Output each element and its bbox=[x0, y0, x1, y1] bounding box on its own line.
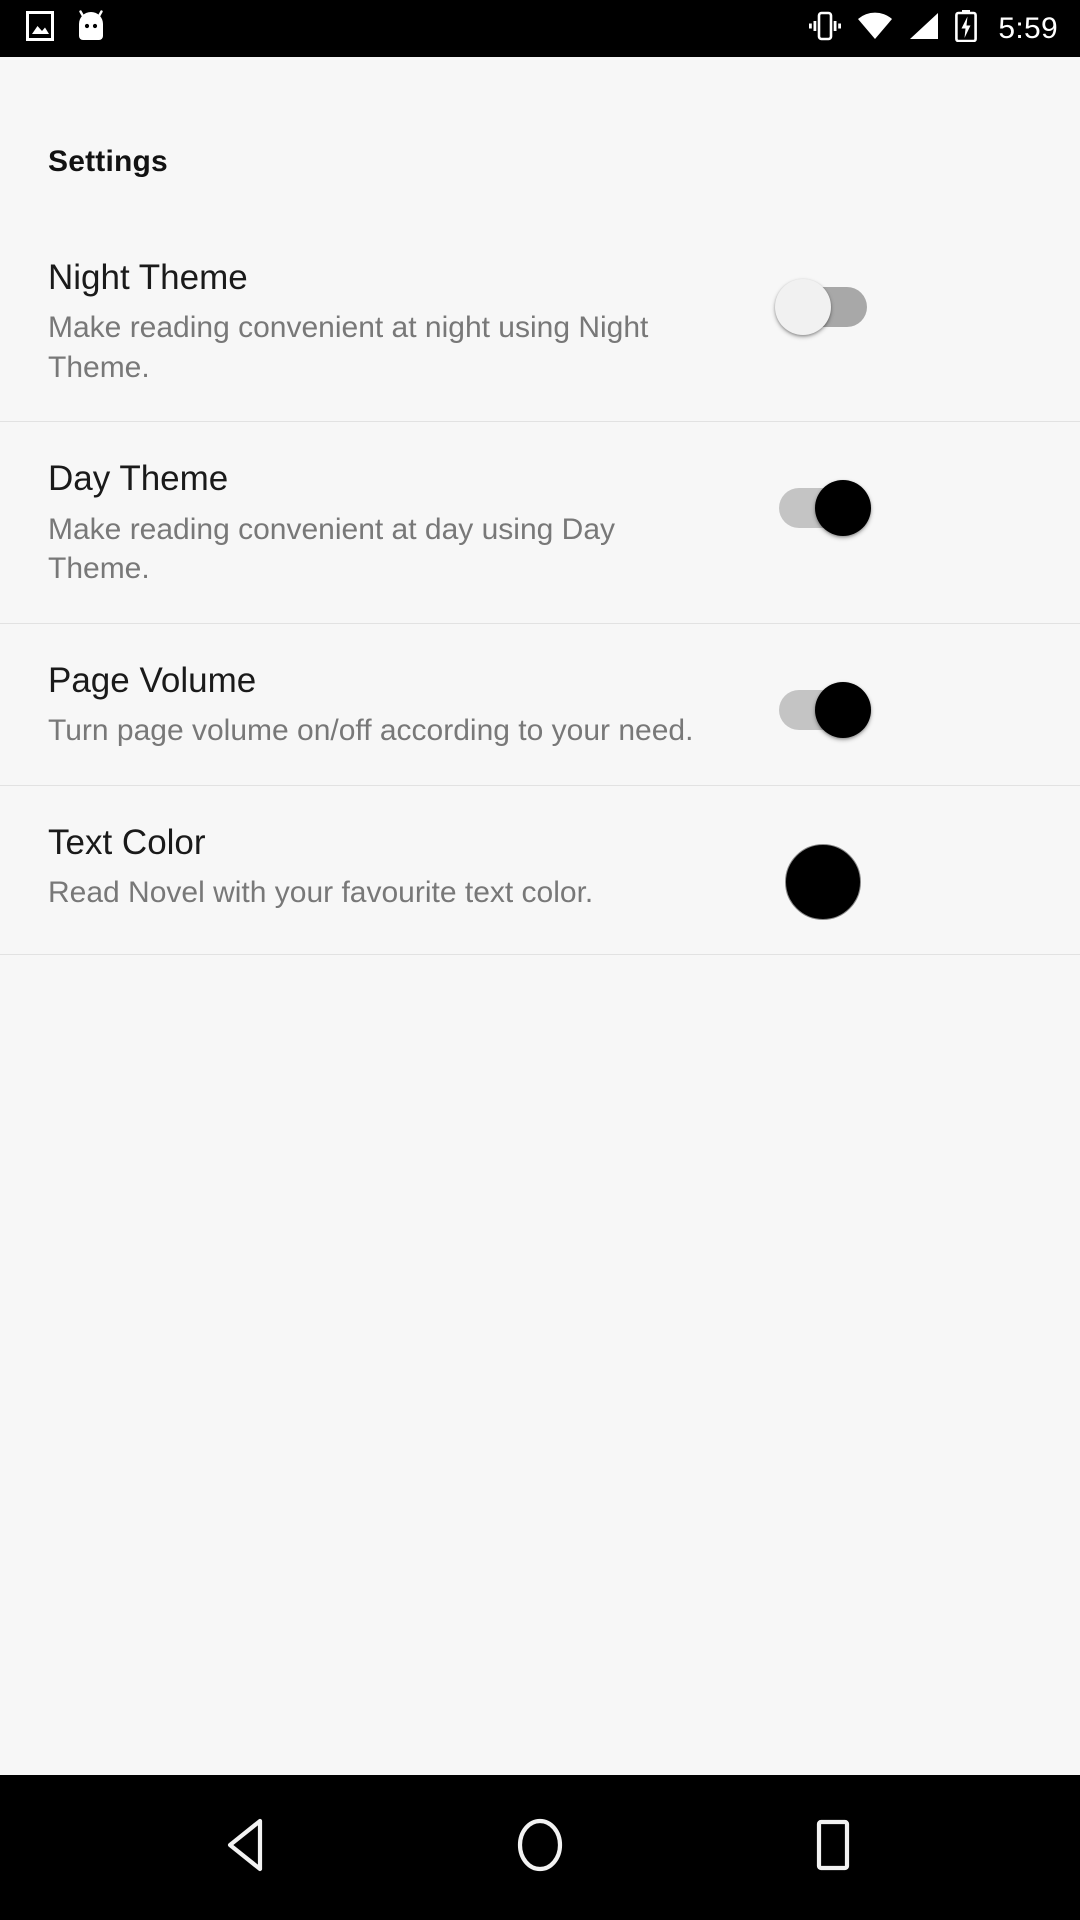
status-bar-right-icons: 5:59 bbox=[808, 10, 1058, 47]
status-bar: 5:59 bbox=[0, 0, 1080, 57]
home-button[interactable] bbox=[480, 1798, 600, 1898]
toggle-night-theme[interactable] bbox=[775, 279, 871, 335]
setting-title-text-color: Text Color bbox=[48, 822, 206, 862]
setting-title-page-volume: Page Volume bbox=[48, 660, 257, 700]
status-bar-clock: 5:59 bbox=[998, 11, 1058, 45]
page-title: Settings bbox=[48, 145, 168, 178]
setting-row-night-theme[interactable]: Night Theme Make reading convenient at n… bbox=[0, 221, 1080, 423]
setting-control-page-volume[interactable] bbox=[748, 660, 898, 738]
toggle-page-volume[interactable] bbox=[775, 681, 871, 738]
toggle-thumb bbox=[815, 480, 871, 537]
cellular-signal-icon bbox=[908, 12, 940, 45]
recents-button[interactable] bbox=[773, 1798, 893, 1898]
photo-icon bbox=[26, 11, 54, 46]
setting-subtitle-page-volume: Turn page volume on/off according to you… bbox=[48, 714, 694, 748]
setting-control-text-color[interactable] bbox=[748, 822, 898, 920]
setting-row-text-color[interactable]: Text Color Read Novel with your favourit… bbox=[0, 786, 1080, 955]
back-button[interactable] bbox=[187, 1798, 307, 1898]
back-triangle-icon bbox=[220, 1817, 274, 1878]
settings-screen: Settings Night Theme Make reading conven… bbox=[0, 57, 1080, 1775]
setting-subtitle-night-theme: Make reading convenient at night using N… bbox=[48, 311, 649, 384]
setting-row-day-theme[interactable]: Day Theme Make reading convenient at day… bbox=[0, 422, 1080, 624]
setting-text-page-volume: Page Volume Turn page volume on/off acco… bbox=[48, 660, 748, 751]
wifi-icon bbox=[857, 12, 893, 45]
toggle-thumb bbox=[815, 681, 871, 738]
setting-title-night-theme: Night Theme bbox=[48, 258, 248, 297]
battery-charging-icon bbox=[955, 10, 978, 47]
setting-control-night-theme[interactable] bbox=[748, 257, 898, 335]
recents-square-icon bbox=[808, 1817, 858, 1878]
color-swatch-text-color[interactable] bbox=[785, 843, 861, 920]
setting-text-day-theme: Day Theme Make reading convenient at day… bbox=[48, 458, 748, 588]
toggle-day-theme[interactable] bbox=[775, 480, 871, 537]
setting-control-day-theme[interactable] bbox=[748, 458, 898, 537]
navigation-bar bbox=[0, 1775, 1080, 1920]
home-circle-icon bbox=[512, 1816, 568, 1879]
setting-text-text-color: Text Color Read Novel with your favourit… bbox=[48, 822, 748, 913]
status-bar-left-icons bbox=[26, 10, 106, 47]
settings-list: Night Theme Make reading convenient at n… bbox=[0, 221, 1080, 955]
setting-title-day-theme: Day Theme bbox=[48, 459, 229, 499]
setting-row-page-volume[interactable]: Page Volume Turn page volume on/off acco… bbox=[0, 624, 1080, 786]
toggle-thumb bbox=[775, 279, 831, 335]
vibrate-icon bbox=[808, 11, 842, 46]
android-mascot-icon bbox=[76, 10, 106, 47]
setting-subtitle-text-color: Read Novel with your favourite text colo… bbox=[48, 876, 594, 910]
setting-subtitle-day-theme: Make reading convenient at day using Day… bbox=[48, 512, 616, 586]
setting-text-night-theme: Night Theme Make reading convenient at n… bbox=[48, 257, 748, 387]
